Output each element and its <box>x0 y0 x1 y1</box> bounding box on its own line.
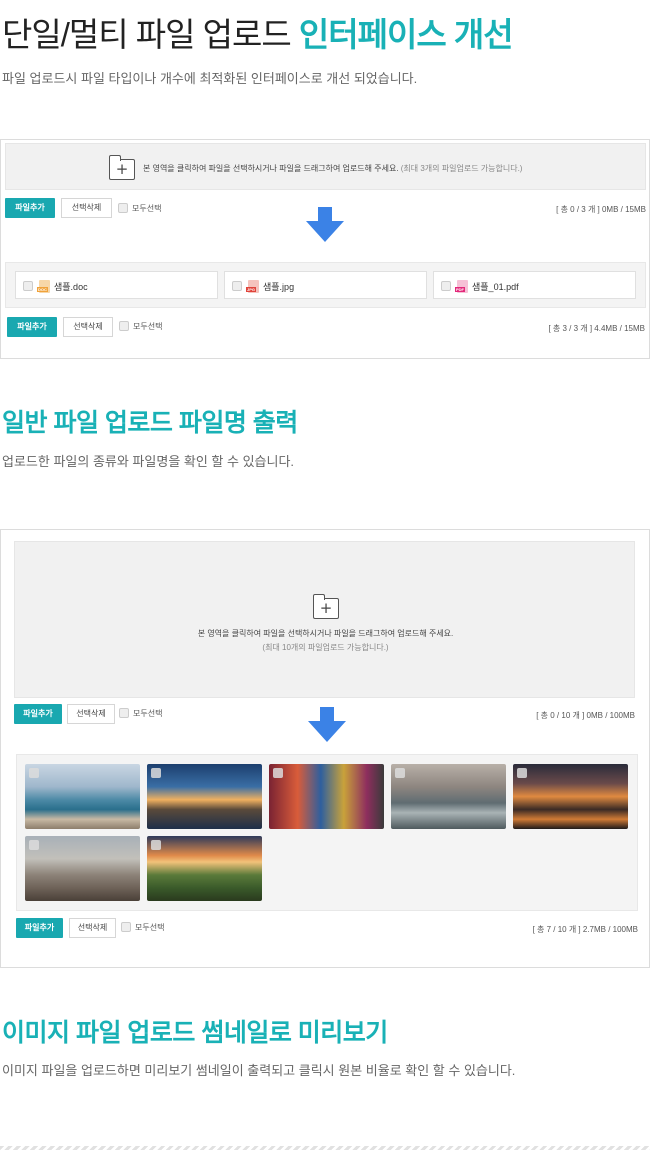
thumbnail-checkbox[interactable] <box>395 768 405 778</box>
select-all-label: 모두선택 <box>132 204 162 213</box>
folder-add-icon: + <box>312 594 339 619</box>
arrow-down-icon <box>308 707 346 742</box>
file-name: 샘플_01.pdf <box>472 282 519 292</box>
select-all-label: 모두선택 <box>133 322 163 331</box>
add-file-button[interactable]: 파일추가 <box>14 704 62 724</box>
river-city-thumb[interactable] <box>391 764 506 829</box>
green-hills-thumb[interactable] <box>147 836 262 901</box>
thumbnail-checkbox[interactable] <box>517 768 527 778</box>
doc-file-icon: DOC <box>37 280 50 293</box>
delete-selected-button[interactable]: 선택삭제 <box>61 198 112 218</box>
night-palace-thumb[interactable] <box>147 764 262 829</box>
file-item-checkbox[interactable] <box>232 281 242 291</box>
pdf-file-icon: PDF <box>455 280 468 293</box>
file-name: 샘플.jpg <box>263 282 295 292</box>
arrow-down-icon <box>306 207 344 242</box>
file-count-status: [ 총 0 / 10 개 ] 0MB / 100MB <box>536 711 635 720</box>
section1-subtitle: 파일 업로드시 파일 타입이나 개수에 최적화된 인터페이스로 개선 되었습니다… <box>2 71 418 86</box>
section2-subtitle: 업로드한 파일의 종류와 파일명을 확인 할 수 있습니다. <box>2 454 295 469</box>
section3-title: 이미지 파일 업로드 썸네일로 미리보기 <box>2 1019 388 1047</box>
add-file-button[interactable]: 파일추가 <box>5 198 55 218</box>
thumbnail-checkbox[interactable] <box>273 768 283 778</box>
thumbnail-checkbox[interactable] <box>29 768 39 778</box>
cathedral-thumb[interactable] <box>25 836 140 901</box>
drop-zone[interactable]: + 본 영역을 클릭하여 파일을 선택하시거나 파일을 드래그하여 업로드해 주… <box>5 143 646 190</box>
file-name: 샘플.doc <box>54 282 88 292</box>
file-item[interactable]: PDF 샘플_01.pdf <box>433 271 636 299</box>
coast-city-thumb[interactable] <box>25 764 140 829</box>
thumbnail-checkbox[interactable] <box>29 840 39 850</box>
section1-title-accent: 인터페이스 개선 <box>298 16 514 53</box>
drop-zone-text: 본 영역을 클릭하여 파일을 선택하시거나 파일을 드래그하여 업로드해 주세요… <box>143 163 522 174</box>
section3-subtitle: 이미지 파일을 업로드하면 미리보기 썸네일이 출력되고 클릭시 원본 비율로 … <box>2 1063 516 1078</box>
select-all-checkbox[interactable] <box>119 708 129 718</box>
drop-zone-limit: (최대 10개의 파일업로드 가능합니다.) <box>262 643 389 652</box>
canal-sunset-thumb[interactable] <box>513 764 628 829</box>
jpg-file-icon: JPG <box>246 280 259 293</box>
add-file-button[interactable]: 파일추가 <box>16 918 63 938</box>
drop-zone[interactable]: + 본 영역을 클릭하여 파일을 선택하시거나 파일을 드래그하여 업로드해 주… <box>14 541 635 698</box>
delete-selected-button[interactable]: 선택삭제 <box>69 918 116 938</box>
file-item[interactable]: JPG 샘플.jpg <box>224 271 427 299</box>
drop-zone-instruction: 본 영역을 클릭하여 파일을 선택하시거나 파일을 드래그하여 업로드해 주세요… <box>143 164 399 173</box>
file-item[interactable]: DOC 샘플.doc <box>15 271 218 299</box>
file-count-status: [ 총 3 / 3 개 ] 4.4MB / 15MB <box>548 324 645 333</box>
delete-selected-button[interactable]: 선택삭제 <box>67 704 115 724</box>
section2-title: 일반 파일 업로드 파일명 출력 <box>2 409 298 437</box>
select-all-label: 모두선택 <box>133 709 163 718</box>
drop-zone-instruction: 본 영역을 클릭하여 파일을 선택하시거나 파일을 드래그하여 업로드해 주세요… <box>197 629 454 638</box>
select-all-checkbox[interactable] <box>118 203 128 213</box>
file-item-checkbox[interactable] <box>441 281 451 291</box>
add-file-button[interactable]: 파일추가 <box>7 317 57 337</box>
dashed-divider <box>0 1146 650 1150</box>
select-all-checkbox[interactable] <box>119 321 129 331</box>
select-all-checkbox[interactable] <box>121 922 131 932</box>
colorful-street-thumb[interactable] <box>269 764 384 829</box>
delete-selected-button[interactable]: 선택삭제 <box>63 317 113 337</box>
section1-title-main: 단일/멀티 파일 업로드 <box>2 16 299 53</box>
thumbnail-checkbox[interactable] <box>151 840 161 850</box>
thumbnail-checkbox[interactable] <box>151 768 161 778</box>
file-count-status: [ 총 0 / 3 개 ] 0MB / 15MB <box>556 205 646 214</box>
folder-add-icon: + <box>108 155 135 180</box>
file-count-status: [ 총 7 / 10 개 ] 2.7MB / 100MB <box>532 925 638 934</box>
select-all-label: 모두선택 <box>135 923 165 932</box>
file-item-checkbox[interactable] <box>23 281 33 291</box>
section1-title: 단일/멀티 파일 업로드 인터페이스 개선 <box>2 8 514 56</box>
drop-zone-limit: (최대 3개의 파일업로드 가능합니다.) <box>398 164 523 173</box>
